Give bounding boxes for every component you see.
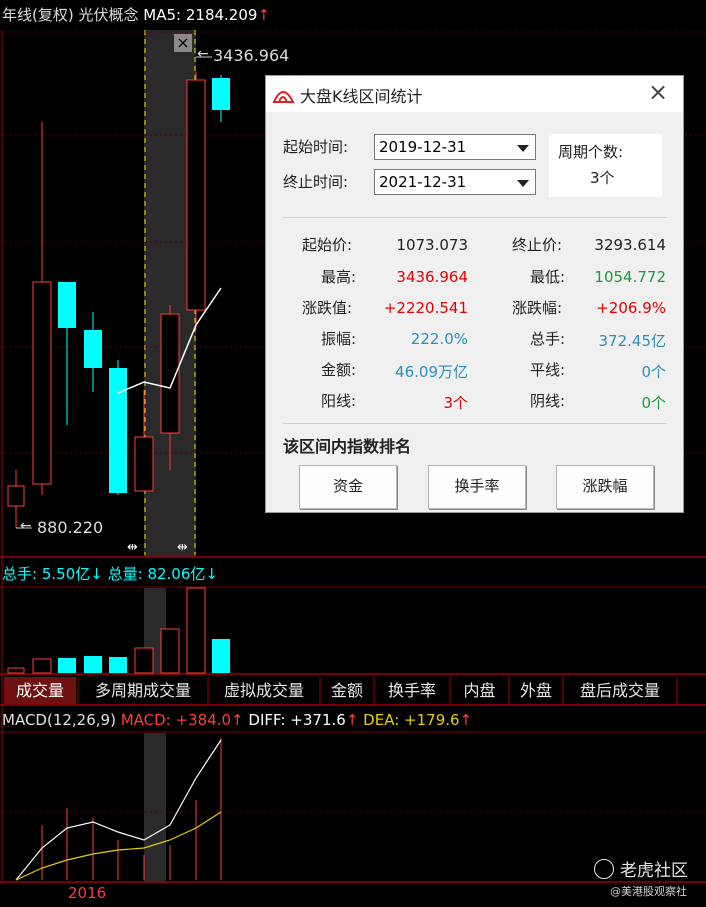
total-volume-label: 总量: [107,565,143,583]
amount-value: 46.09万亿 [395,363,468,381]
candle-9 [212,75,230,122]
tab-multi-period-volume[interactable]: 多周期成交量 [80,677,206,704]
dea-label: DEA: [363,711,400,729]
tab-amount[interactable]: 金额 [322,677,372,704]
watermark-brand: 老虎社区 [594,856,688,881]
range-end-marker[interactable]: ⇹ [177,540,188,555]
tab-volume[interactable]: 成交量 [4,677,76,704]
dialog-title-bar: 大盘K线区间统计 × [266,76,683,112]
tab-outer-volume[interactable]: 外盘 [511,677,561,704]
change-value-label: 涨跌值: [302,299,353,317]
start-time-label: 起始时间: [283,138,349,156]
chevron-down-icon [517,145,529,152]
macd-label: MACD: [120,711,171,729]
chart-title: 年线(复权) 光伏概念 [2,6,139,24]
close-price-label: 终止价: [512,236,563,254]
high-value: 3436.964 [396,268,468,286]
app-logo-icon [272,91,295,103]
total-hands-label: 总手: [530,330,566,348]
divider [283,423,667,424]
selection-band-macd [144,733,166,883]
macd-value: +384.0 [175,711,232,729]
high-price-label: 3436.964 [213,46,290,65]
volume-header: 总手: 5.50亿↓ 总量: 82.06亿↓ [2,563,218,584]
diff-arrow: ↑ [345,711,359,729]
interval-stats-dialog: 大盘K线区间统计 × 起始时间: 2019-12-31 终止时间: 2021-1… [265,75,684,513]
ma5-value: 2184.209 [185,6,258,24]
dialog-close-icon[interactable]: × [648,78,668,106]
candle-8 [186,72,206,330]
candle-4 [84,312,102,392]
open-price-value: 1073.073 [396,236,468,254]
yin-line-value: 0个 [641,394,666,412]
diff-value: +371.6 [290,711,346,729]
period-count-value: 3个 [590,169,615,187]
candle-2 [32,122,52,495]
yin-line-label: 阴线: [530,392,566,410]
period-count-box: 周期个数: 3个 [549,134,662,197]
ma5-arrow: ↑ [257,6,271,24]
end-time-select[interactable]: 2021-12-31 [374,169,536,195]
end-time-label: 终止时间: [283,173,349,191]
yang-line-value: 3个 [443,394,468,412]
rank-by-capital-button[interactable]: 资金 [299,465,397,509]
close-icon[interactable]: × [174,34,192,52]
macd-arrow: ↑ [231,711,244,729]
hands-arrow: ↓ [90,565,103,583]
arrow-left-icon: ← [20,518,32,534]
tiger-logo-icon [594,859,614,879]
volume-bars [7,587,230,674]
rank-by-change-button[interactable]: 涨跌幅 [556,465,654,509]
year-axis-label: 2016 [68,884,107,902]
low-value: 1054.772 [594,268,666,286]
watermark-handle: @美港股观察社 [610,885,687,898]
volume-arrow: ↓ [205,565,218,583]
flat-line-label: 平线: [530,361,566,379]
yang-line-label: 阳线: [321,392,357,410]
flat-line-value: 0个 [641,363,666,381]
candlesticks [7,72,230,528]
change-value: +2220.541 [383,299,468,317]
arrow-left-icon: ← [197,46,209,62]
period-count-label: 周期个数: [558,143,624,161]
diff-label: DIFF: [248,711,286,729]
open-price-label: 起始价: [302,236,353,254]
change-pct-label: 涨跌幅: [512,299,563,317]
tab-turnover[interactable]: 换手率 [376,677,448,704]
rank-section-title: 该区间内指数排名 [283,437,412,456]
dea-arrow: ↑ [459,711,473,729]
amplitude-value: 222.0% [410,330,468,348]
start-time-select[interactable]: 2019-12-31 [374,134,536,160]
low-price-label: 880.220 [37,518,104,537]
total-volume-value: 82.06亿 [147,565,206,583]
chevron-down-icon [517,180,529,187]
candle-5 [109,360,127,495]
range-start-marker[interactable]: ⇹ [127,540,138,555]
amplitude-label: 振幅: [321,330,357,348]
total-hands-value: 5.50亿 [41,565,91,583]
tab-inner-volume[interactable]: 内盘 [452,677,507,704]
total-hands-label: 总手: [2,565,38,583]
tab-after-hours-volume[interactable]: 盘后成交量 [565,677,675,704]
dea-value: +179.6 [404,711,460,729]
tab-virtual-volume[interactable]: 虚拟成交量 [210,677,318,704]
dialog-title: 大盘K线区间统计 [300,87,423,106]
amount-label: 金额: [321,361,357,379]
candle-3 [58,282,76,425]
change-pct-value: +206.9% [596,299,666,317]
ma5-label: MA5: [143,6,182,24]
total-hands-value: 372.45亿 [598,332,667,350]
macd-header: MACD(12,26,9) MACD: +384.0↑ DIFF: +371.6… [2,711,472,729]
low-label: 最低: [530,268,566,286]
rank-by-turnover-button[interactable]: 换手率 [428,465,526,509]
divider [283,217,667,218]
high-label: 最高: [321,268,357,286]
macd-bars [41,738,222,880]
close-price-value: 3293.614 [594,236,666,254]
chart-header: 年线(复权) 光伏概念 MA5: 2184.209↑ [2,4,270,25]
macd-params: MACD(12,26,9) [2,711,116,729]
